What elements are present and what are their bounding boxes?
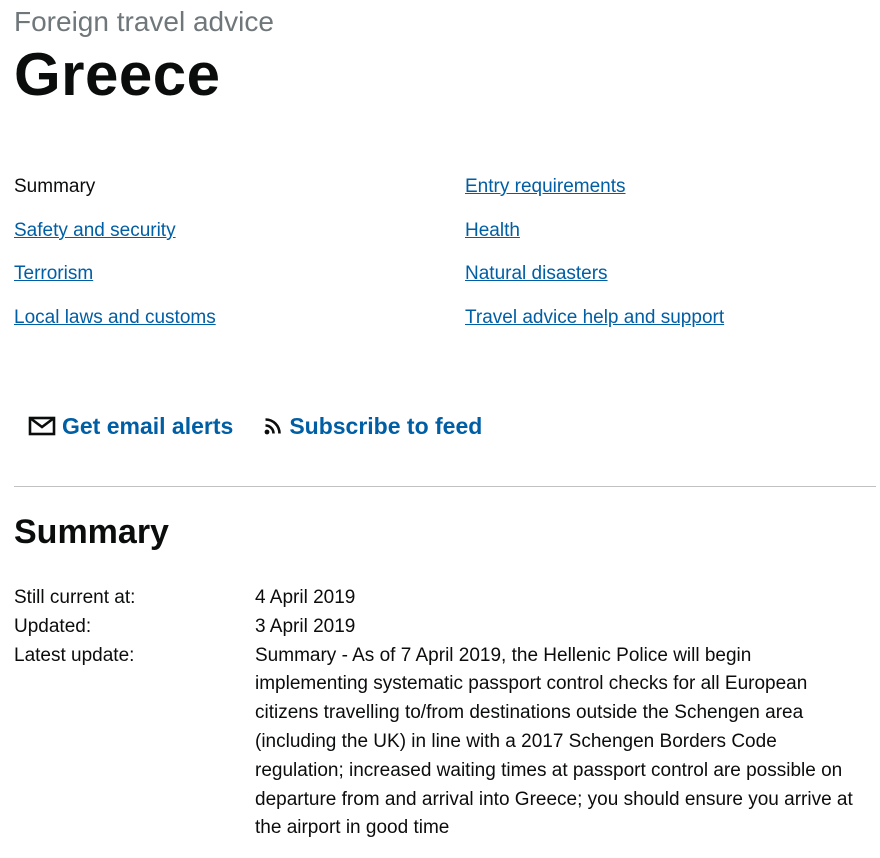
still-current-label: Still current at: [14, 587, 136, 608]
subscription-links: Get email alerts Subscribe to feed [28, 408, 482, 444]
updated-value: 3 April 2019 [255, 615, 356, 637]
contents-item-travel-advice-help-and-support[interactable]: Travel advice help and support [465, 305, 724, 331]
summary-heading: Summary [14, 513, 169, 551]
contents-item-entry-requirements[interactable]: Entry requirements [465, 174, 626, 200]
email-alerts-label: Get email alerts [62, 412, 234, 439]
page-caption: Foreign travel advice [14, 6, 274, 37]
latest-update-value: Summary - As of 7 April 2019, the Hellen… [255, 644, 853, 839]
contents-item-natural-disasters[interactable]: Natural disasters [465, 261, 608, 287]
subscribe-feed-link[interactable]: Subscribe to feed [263, 413, 482, 440]
contents-item-health[interactable]: Health [465, 218, 520, 244]
latest-update-label: Latest update: [14, 644, 135, 666]
contents-item-local-laws-and-customs[interactable]: Local laws and customs [14, 305, 216, 331]
meta-row-latest-update: Latest update: Summary - As of 7 April 2… [14, 642, 876, 844]
summary-metadata: Still current at: 4 April 2019 Updated: … [14, 584, 876, 843]
subscribe-feed-label: Subscribe to feed [289, 412, 483, 439]
page-title: Greece [14, 41, 221, 108]
updated-label: Updated: [14, 615, 92, 637]
envelope-icon [28, 416, 56, 436]
contents-item-safety-and-security[interactable]: Safety and security [14, 218, 176, 244]
meta-row-updated: Updated: 3 April 2019 [14, 613, 876, 642]
section-divider [14, 486, 876, 487]
rss-feed-icon [263, 416, 283, 436]
email-alerts-link[interactable]: Get email alerts [28, 413, 233, 440]
contents-item-terrorism[interactable]: Terrorism [14, 261, 93, 287]
contents-item-summary: Summary [14, 176, 96, 197]
still-current-value: 4 April 2019 [255, 587, 356, 608]
meta-row-still-current: Still current at: 4 April 2019 [14, 584, 876, 613]
